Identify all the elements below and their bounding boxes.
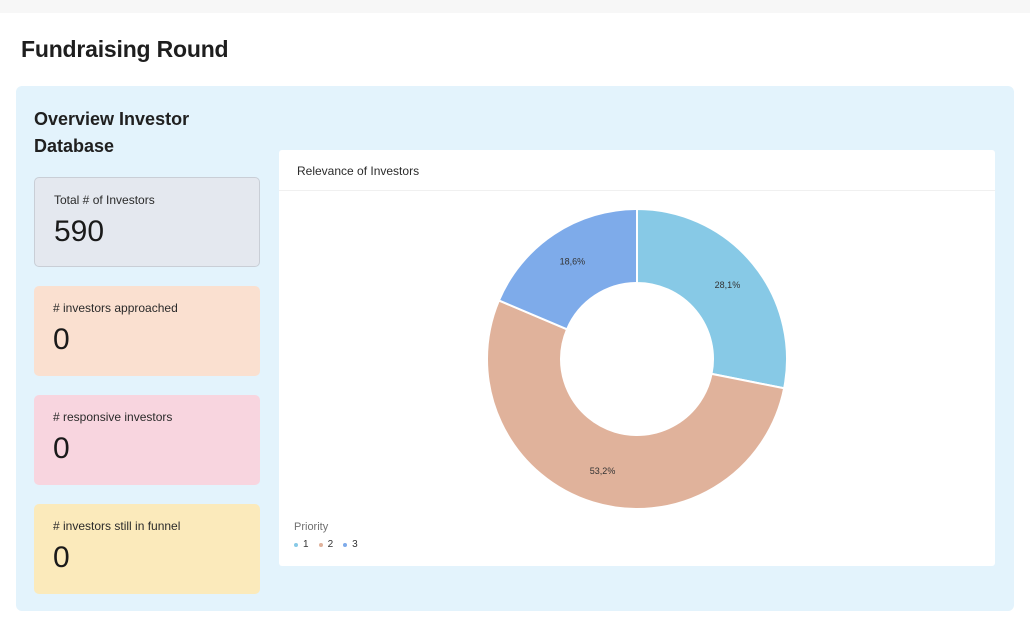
legend-label: 3 — [352, 539, 358, 550]
stat-label: Total # of Investors — [54, 193, 155, 207]
donut-slice-priority-1[interactable] — [636, 207, 788, 390]
stat-card-total-investors: Total # of Investors 590 — [34, 177, 260, 267]
stat-label: # investors still in funnel — [53, 519, 181, 533]
stat-label: # investors approached — [53, 301, 178, 315]
stat-value: 0 — [53, 541, 70, 574]
legend-item-priority-1[interactable]: 1 — [294, 539, 309, 550]
page-title: Fundraising Round — [21, 36, 229, 62]
chart-card: Relevance of Investors 28,1% 53,2% 18,6% P… — [279, 150, 995, 566]
stat-card-investors-approached: # investors approached 0 — [34, 286, 260, 376]
legend-dot-icon — [294, 542, 298, 547]
panel-title: Overview Investor Database — [34, 109, 190, 156]
legend-label: 1 — [303, 539, 309, 550]
stat-value: 590 — [54, 215, 105, 248]
legend-title: Priority — [294, 521, 329, 533]
legend-label: 2 — [327, 539, 334, 550]
stat-value: 0 — [53, 323, 70, 356]
legend-item-priority-3[interactable]: 3 — [343, 539, 358, 550]
stat-label: # responsive investors — [53, 410, 173, 424]
legend-item-priority-2[interactable]: 2 — [318, 539, 334, 550]
slice-data-label: 28,1% — [715, 280, 741, 290]
chart-legend: Priority 1 2 3 — [294, 521, 358, 550]
overview-panel: Overview Investor Database Total # of In… — [16, 86, 1014, 611]
legend-dot-icon — [343, 542, 348, 547]
legend-dot-icon — [318, 542, 323, 547]
top-bar — [0, 0, 1030, 13]
stat-value: 0 — [53, 432, 70, 465]
legend-items: 1 2 3 — [294, 539, 358, 550]
slice-data-label: 53,2% — [590, 466, 616, 476]
stat-card-investors-in-funnel: # investors still in funnel 0 — [34, 504, 260, 594]
stat-card-responsive-investors: # responsive investors 0 — [34, 395, 260, 485]
slice-data-label: 18,6% — [560, 256, 586, 266]
chart-title: Relevance of Investors — [279, 150, 995, 191]
donut-chart: 28,1% 53,2% 18,6% — [486, 207, 788, 510]
